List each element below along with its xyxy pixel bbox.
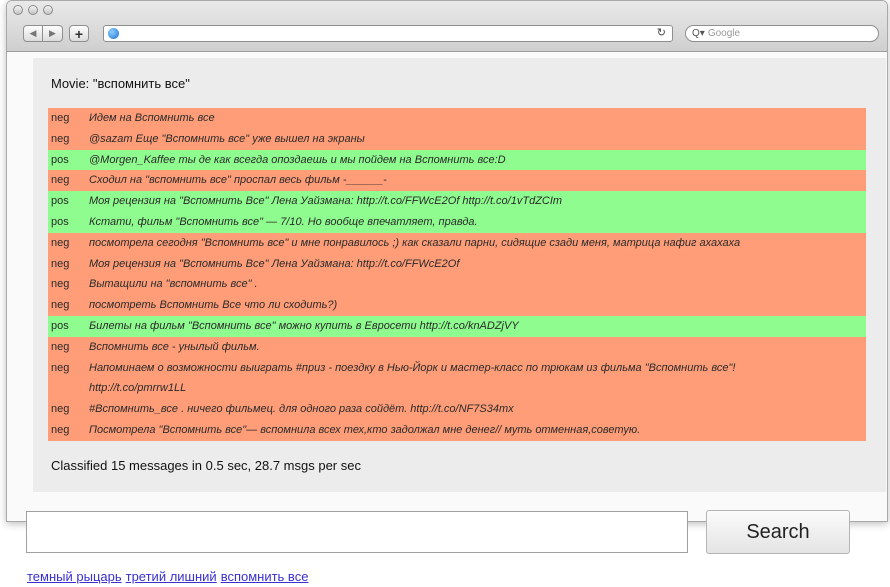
result-row: pos Кстати, фильм "Вспомнить все" — 7/10.… xyxy=(48,211,866,233)
result-row: neg посмотрела сегодня "Вспомнить все" и … xyxy=(48,232,866,254)
result-row: neg @sazam Еще "Вспомнить все" уже вышел … xyxy=(48,128,866,150)
tweet-text: Напоминаем о возможности выиграть #приз … xyxy=(89,361,736,374)
browser-search-placeholder: Google xyxy=(707,28,741,39)
plus-icon: + xyxy=(74,25,84,42)
result-row: neg Посмотрела "Вспомнить все"— вспомнила… xyxy=(48,419,866,441)
reload-icon[interactable]: ↻ xyxy=(657,26,666,39)
tweet-text: @sazam Еще "Вспомнить все" уже вышел на … xyxy=(89,132,365,145)
browser-search-field[interactable]: Q▾ Google xyxy=(685,25,879,42)
forward-button[interactable]: ▶ xyxy=(43,25,63,42)
result-row: neg #Вспомнить_все . ничего фильмец. для … xyxy=(48,399,866,420)
search-button[interactable]: Search xyxy=(706,510,850,554)
movie-link[interactable]: третий лишний xyxy=(126,569,217,584)
movie-title: Movie: "вспомнить все" xyxy=(51,76,190,91)
add-bookmark-button[interactable]: + xyxy=(69,25,89,42)
sentiment-label: neg xyxy=(51,299,70,312)
tweet-text: Билеты на фильм "Вспомнить все" можно ку… xyxy=(89,319,519,332)
sentiment-label: neg xyxy=(51,423,70,436)
forward-arrow-icon: ▶ xyxy=(49,28,56,38)
result-row: neg Сходил на "вспомнить все" проспал вес… xyxy=(48,170,866,192)
tweet-text: Моя рецензия на "Вспомнить Все" Лена Уай… xyxy=(89,257,460,270)
tweet-text: Вытащили на "вспомнить все" . xyxy=(89,278,258,291)
result-row: neg Напоминаем о возможности выиграть #пр… xyxy=(48,357,866,379)
result-row: neg Вспомнить все - унылый фильм. xyxy=(48,336,866,358)
result-row: pos Билеты на фильм "Вспомнить все" можно… xyxy=(48,315,866,337)
tweet-text: http://t.co/pmrrw1LL xyxy=(89,382,187,395)
globe-icon xyxy=(108,28,119,39)
address-bar[interactable]: ↻ xyxy=(103,25,673,42)
tweet-text: посмотреть Вспомнить Все что ли сходить?… xyxy=(89,299,338,312)
browser-toolbar: ◀ ▶ + ↻ Q▾ Google xyxy=(7,1,887,52)
nav-buttons: ◀ ▶ + xyxy=(23,25,89,42)
tweet-text: Вспомнить все - унылый фильм. xyxy=(89,340,260,353)
tweet-text: Сходил на "вспомнить все" проспал весь ф… xyxy=(89,174,387,187)
result-row: neg посмотреть Вспомнить Все что ли сходи… xyxy=(48,295,866,316)
result-row: pos @Morgen_Kaffee ты де как всегда опозд… xyxy=(48,149,866,171)
minimize-window-button[interactable] xyxy=(28,5,38,15)
sentiment-label: neg xyxy=(51,361,70,374)
zoom-window-button[interactable] xyxy=(43,5,53,15)
back-arrow-icon: ◀ xyxy=(29,28,37,38)
sentiment-label: neg xyxy=(51,340,70,353)
search-icon: Q▾ xyxy=(692,28,705,39)
result-row: neg Идем на Вспомнить все xyxy=(48,108,866,129)
tweet-text: Моя рецензия на "Вспомнить Все" Лена Уай… xyxy=(89,195,563,208)
movie-link[interactable]: вспомнить все xyxy=(221,569,309,584)
result-row: pos Моя рецензия на "Вспомнить Все" Лена … xyxy=(48,191,866,212)
close-window-button[interactable] xyxy=(13,5,23,15)
sentiment-label: pos xyxy=(51,153,69,166)
tweet-text: Идем на Вспомнить все xyxy=(89,112,215,124)
tweet-text: посмотрела сегодня "Вспомнить все" и мне… xyxy=(89,236,741,249)
sentiment-label: neg xyxy=(51,132,70,145)
tweet-text: #Вспомнить_все . ничего фильмец. для одн… xyxy=(89,403,514,416)
sentiment-label: neg xyxy=(51,403,70,416)
window-controls xyxy=(13,5,53,15)
sentiment-label: neg xyxy=(51,112,70,124)
tweet-text: Кстати, фильм "Вспомнить все" — 7/10. Но… xyxy=(89,215,478,228)
sentiment-label xyxy=(48,378,89,399)
tweet-text: Посмотрела "Вспомнить все"— вспомнила вс… xyxy=(89,423,641,436)
result-row: http://t.co/pmrrw1LL xyxy=(48,378,866,400)
movie-links: темный рыцарь третий лишний вспомнить все xyxy=(27,569,312,584)
sentiment-label: neg xyxy=(51,174,70,187)
movie-link[interactable]: темный рыцарь xyxy=(27,569,122,584)
sentiment-label: neg xyxy=(51,257,70,270)
results-panel: Movie: "вспомнить все" neg Идем на Вспомн… xyxy=(33,58,886,492)
sentiment-label: neg xyxy=(51,236,70,249)
sentiment-label: pos xyxy=(51,195,69,208)
back-button[interactable]: ◀ xyxy=(23,25,43,42)
result-row: neg Моя рецензия на "Вспомнить Все" Лена … xyxy=(48,253,866,275)
browser-window: ◀ ▶ + ↻ Q▾ Google Movie: "вспомнить все" … xyxy=(6,0,888,522)
search-input[interactable] xyxy=(26,511,688,553)
classification-summary: Classified 15 messages in 0.5 sec, 28.7 … xyxy=(51,458,361,473)
sentiment-label: pos xyxy=(51,319,69,332)
result-row: neg Вытащили на "вспомнить все" . xyxy=(48,274,866,296)
tweet-text: @Morgen_Kaffee ты де как всегда опоздаеш… xyxy=(89,153,506,166)
sentiment-label: neg xyxy=(51,278,70,291)
results-list: neg Идем на Вспомнить все neg @sazam Еще "В… xyxy=(48,108,866,441)
sentiment-label: pos xyxy=(51,215,69,228)
